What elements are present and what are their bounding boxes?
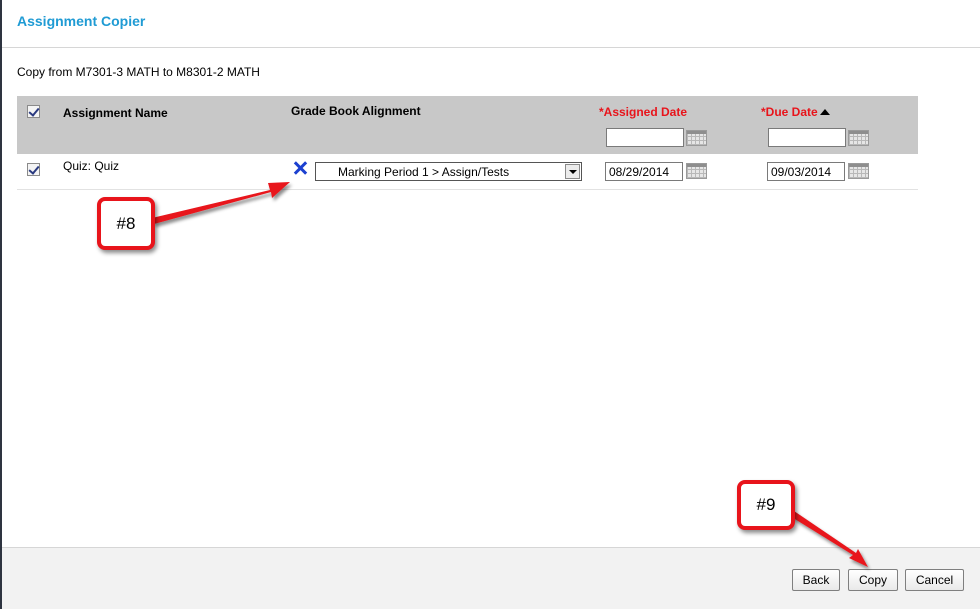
column-header-assigned-date[interactable]: *Assigned Date bbox=[599, 105, 687, 119]
assigned-date-filter-input[interactable] bbox=[606, 128, 684, 147]
due-date-filter-input[interactable] bbox=[768, 128, 846, 147]
annotation-arrows bbox=[152, 182, 868, 567]
dialog-header: Assignment Copier bbox=[2, 0, 980, 48]
remove-alignment-x-icon[interactable] bbox=[293, 161, 307, 175]
assignment-name-cell: Quiz: Quiz bbox=[63, 159, 120, 173]
column-header-due-date[interactable]: *Due Date bbox=[761, 105, 818, 119]
dropdown-arrow-icon[interactable] bbox=[565, 164, 580, 179]
annotation-callout-9: #9 bbox=[737, 480, 795, 530]
grade-book-alignment-select[interactable]: Marking Period 1 > Assign/Tests bbox=[315, 162, 582, 181]
calendar-icon[interactable] bbox=[686, 130, 707, 146]
calendar-icon[interactable] bbox=[686, 163, 707, 179]
copy-button[interactable]: Copy bbox=[848, 569, 898, 591]
grid-header: Assignment Name Grade Book Alignment *As… bbox=[17, 96, 918, 154]
calendar-icon[interactable] bbox=[848, 163, 869, 179]
annotation-callout-8: #8 bbox=[97, 197, 155, 250]
sort-ascending-icon[interactable] bbox=[820, 109, 830, 115]
due-date-label: Due Date bbox=[765, 105, 818, 119]
assigned-date-label: Assigned Date bbox=[603, 105, 688, 119]
cancel-button[interactable]: Cancel bbox=[905, 569, 964, 591]
selected-alignment: Marking Period 1 > Assign/Tests bbox=[338, 165, 510, 179]
dialog-footer: Back Copy Cancel bbox=[2, 547, 980, 609]
row-divider bbox=[17, 189, 918, 190]
calendar-icon[interactable] bbox=[848, 130, 869, 146]
copy-description: Copy from M7301-3 MATH to M8301-2 MATH bbox=[17, 65, 260, 79]
back-button[interactable]: Back bbox=[792, 569, 840, 591]
due-date-input[interactable] bbox=[767, 162, 845, 181]
dialog-title: Assignment Copier bbox=[17, 13, 146, 29]
column-header-grade-book-alignment[interactable]: Grade Book Alignment bbox=[291, 104, 421, 118]
select-all-checkbox[interactable] bbox=[27, 105, 40, 118]
column-header-assignment-name[interactable]: Assignment Name bbox=[63, 106, 168, 120]
window-left-edge bbox=[0, 0, 2, 609]
row-checkbox[interactable] bbox=[27, 163, 40, 176]
assigned-date-input[interactable] bbox=[605, 162, 683, 181]
